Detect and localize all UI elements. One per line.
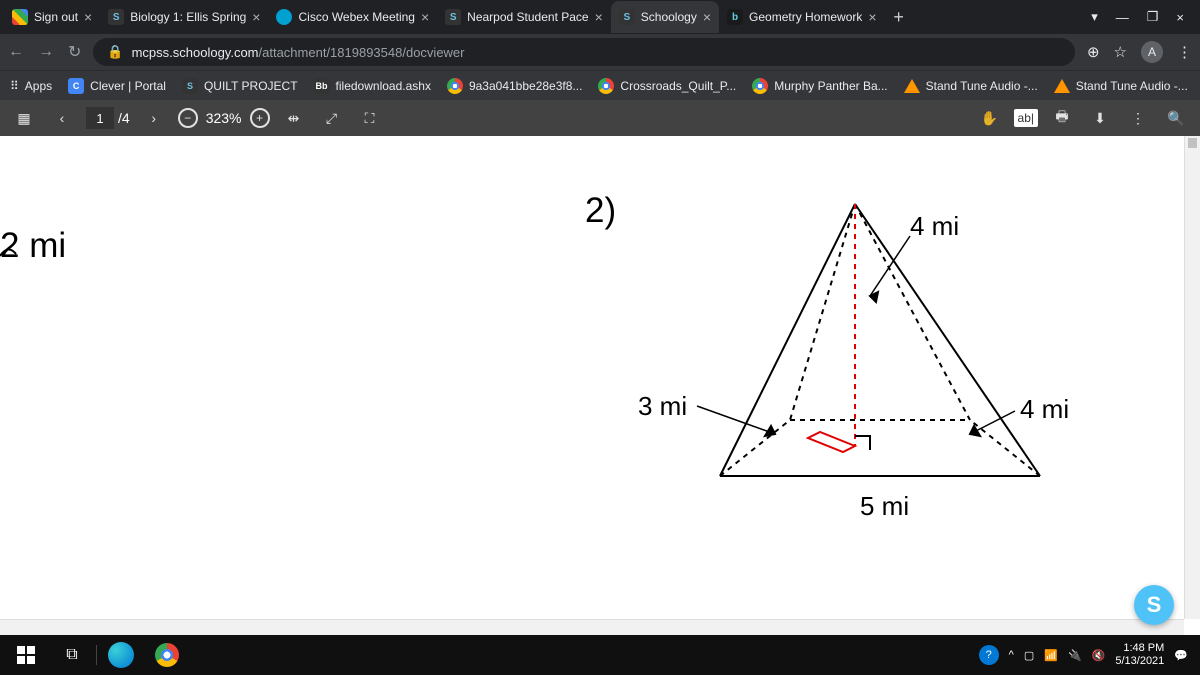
s-icon: S [619,9,635,25]
power-icon[interactable]: 🔌 [1068,649,1082,662]
reload-icon[interactable]: ↻ [68,42,81,62]
edge-icon[interactable] [99,635,143,675]
menu-icon[interactable]: ⋮ [1177,43,1192,61]
notifications-icon[interactable]: 💬 [1174,649,1188,662]
chevron-up-icon[interactable]: ^ [1009,649,1014,661]
bookmark-quilt[interactable]: SQUILT PROJECT [182,78,298,94]
bb-icon: Bb [314,78,330,94]
maximize-icon[interactable]: ❐ [1147,9,1159,25]
close-icon[interactable]: × [703,9,711,25]
document-viewport[interactable]: 2) 2 mi 4 mi 3 mi 4 mi 5 mi [0,136,1200,625]
close-window-icon[interactable]: × [1176,10,1184,25]
tab-signout[interactable]: Sign out× [4,1,100,33]
bookmark-hash[interactable]: 9a3a041bbe28e3f8... [447,78,582,94]
browser-tabs: Sign out× SBiology 1: Ellis Spring× Cisc… [0,0,1200,34]
tab-webex[interactable]: Cisco Webex Meeting× [268,1,437,33]
bookmark-stand1[interactable]: Stand Tune Audio -... [904,79,1038,93]
profile-avatar[interactable]: A [1141,41,1163,63]
zoom-out-icon[interactable]: − [178,108,198,128]
chrome-icon [752,78,768,94]
s-icon: S [108,9,124,25]
more-icon[interactable]: ⋮ [1124,104,1152,132]
chevron-down-icon[interactable]: ▾ [1091,9,1098,25]
wifi-icon[interactable]: 📶 [1044,649,1058,662]
schoology-badge[interactable]: S [1134,585,1174,625]
fit-height-icon[interactable]: ⤢ [318,104,346,132]
doc-viewer-toolbar: ▦ ‹ /4 › − 323% + ⇹ ⤢ ⛶ ✋ ab| 🖶 ⬇ ⋮ 🔍 [0,100,1200,136]
s-icon: S [182,78,198,94]
lock-icon: 🔒 [107,44,123,60]
close-icon[interactable]: × [84,9,92,25]
download-icon[interactable]: ⬇ [1086,104,1114,132]
clock[interactable]: 1:48 PM 5/13/2021 [1115,642,1164,668]
bookmarks-bar: ⠿Apps CClever | Portal SQUILT PROJECT Bb… [0,70,1200,100]
zoom-in-icon[interactable]: + [250,108,270,128]
multi-icon [12,9,28,25]
print-icon[interactable]: 🖶 [1048,104,1076,132]
s-icon: S [445,9,461,25]
close-icon[interactable]: × [421,9,429,25]
triangle-icon [904,79,920,93]
tab-geometry[interactable]: bGeometry Homework× [719,1,885,33]
text-select-button[interactable]: ab| [1014,109,1038,127]
forward-icon[interactable]: → [38,43,54,61]
chrome-taskbar-icon[interactable] [145,635,189,675]
b-icon: b [727,9,743,25]
fit-width-icon[interactable]: ⇹ [280,104,308,132]
page-input[interactable] [86,107,114,129]
bookmark-crossroads[interactable]: Crossroads_Quilt_P... [598,78,736,94]
volume-icon[interactable]: 🔇 [1092,649,1106,662]
zoom-level: 323% [206,110,242,126]
address-bar[interactable]: 🔒 mcpss.schoology.com/attachment/1819893… [93,38,1075,66]
prev-page-icon[interactable]: ‹ [48,104,76,132]
start-button[interactable] [4,635,48,675]
c-icon: C [68,78,84,94]
close-icon[interactable]: × [252,9,260,25]
tab-schoology[interactable]: SSchoology× [611,1,719,33]
triangle-icon [1054,79,1070,93]
next-page-icon[interactable]: › [140,104,168,132]
close-icon[interactable]: × [595,9,603,25]
star-icon[interactable]: ☆ [1114,43,1127,61]
bookmark-clever[interactable]: CClever | Portal [68,78,166,94]
pyramid-figure [0,136,1200,625]
thumbnails-icon[interactable]: ▦ [10,104,38,132]
apps-icon: ⠿ [10,79,19,93]
horizontal-scrollbar[interactable] [0,619,1184,635]
minimize-icon[interactable]: — [1116,10,1129,25]
webex-icon [276,9,292,25]
search-icon[interactable]: 🔍 [1162,104,1190,132]
windows-taskbar: ⧉ ? ^ ▢ 📶 🔌 🔇 1:48 PM 5/13/2021 💬 [0,635,1200,675]
page-total: /4 [118,110,130,126]
chrome-icon [598,78,614,94]
vertical-scrollbar[interactable] [1184,136,1200,619]
zoom-icon[interactable]: ⊕ [1087,43,1100,61]
hand-icon[interactable]: ✋ [976,104,1004,132]
apps-button[interactable]: ⠿Apps [10,79,52,93]
fullscreen-icon[interactable]: ⛶ [356,104,384,132]
back-icon[interactable]: ← [8,43,24,61]
task-view-icon[interactable]: ⧉ [50,635,94,675]
bookmark-murphy[interactable]: Murphy Panther Ba... [752,78,887,94]
bookmark-stand2[interactable]: Stand Tune Audio -... [1054,79,1188,93]
bookmark-filedownload[interactable]: Bbfiledownload.ashx [314,78,431,94]
new-tab-button[interactable]: + [885,3,913,31]
close-icon[interactable]: × [868,9,876,25]
chrome-icon [447,78,463,94]
meet-now-icon[interactable]: ? [979,645,999,665]
tab-biology[interactable]: SBiology 1: Ellis Spring× [100,1,268,33]
battery-icon[interactable]: ▢ [1024,649,1034,662]
tab-nearpod[interactable]: SNearpod Student Pace× [437,1,611,33]
